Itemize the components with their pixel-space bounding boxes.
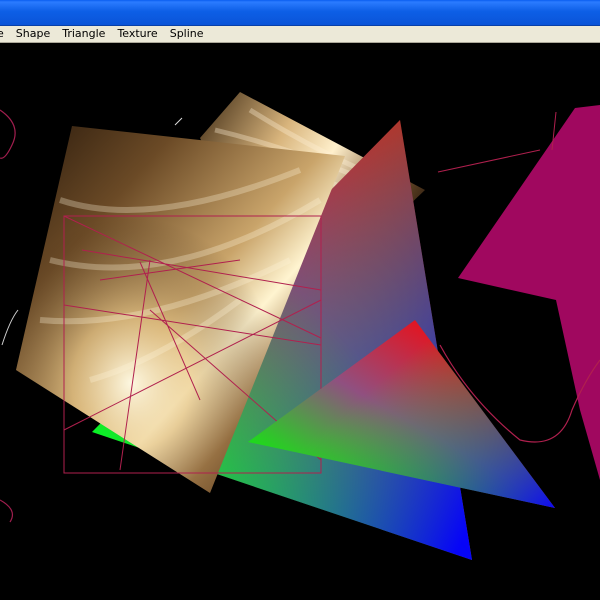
spline-fragment-left-bottom: [0, 499, 13, 523]
title-bar[interactable]: [0, 0, 600, 26]
menu-item-texture[interactable]: Texture: [111, 26, 163, 42]
menu-bar: e Shape Triangle Texture Spline: [0, 26, 600, 43]
app-window: e Shape Triangle Texture Spline: [0, 0, 600, 600]
spline-fragment-left-white: [1, 309, 19, 346]
menu-item-shape[interactable]: Shape: [10, 26, 56, 42]
spline-fragment-top-white: [174, 117, 183, 126]
menu-item-triangle[interactable]: Triangle: [56, 26, 111, 42]
drawing-canvas[interactable]: [0, 44, 600, 600]
scene-svg: [0, 92, 600, 560]
menu-item-spline[interactable]: Spline: [164, 26, 210, 42]
spline-fragment-left-top: [0, 109, 16, 159]
menu-item-partial[interactable]: e: [0, 26, 10, 42]
